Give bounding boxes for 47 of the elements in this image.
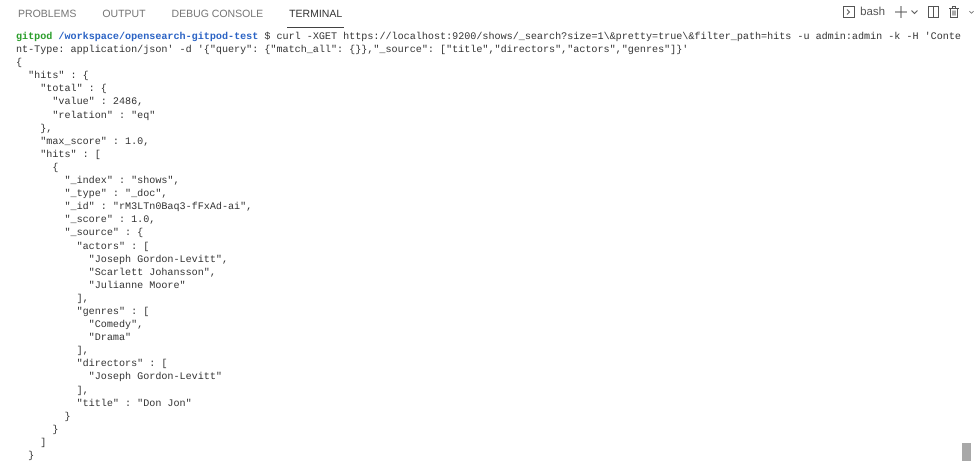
output-line: } [27, 450, 34, 464]
output-line: "actors" : [ [76, 240, 150, 254]
trash-icon[interactable] [949, 6, 959, 18]
command-text: nt-Type: application/json' -d '{"query": {"match_all": {}},"_source": ["title","directors","actors","genres"]}' [16, 44, 688, 58]
output-line: { [16, 57, 22, 70]
plus-icon[interactable] [895, 6, 907, 18]
output-line: "hits" : { [27, 70, 89, 84]
output-line: "hits" : [ [39, 148, 101, 162]
output-line: "_index" : "shows", [63, 175, 180, 188]
output-line: "Joseph Gordon-Levitt", [88, 254, 228, 267]
chevron-down-icon[interactable] [969, 10, 974, 14]
output-line: "_source" : { [63, 227, 144, 240]
panel-tab[interactable]: DEBUG CONSOLE [170, 0, 266, 28]
output-line: { [51, 162, 58, 176]
terminal-selector[interactable]: bash [843, 6, 885, 18]
output-line: "value" : 2486, [51, 96, 144, 110]
output-line: "max_score" : 1.0, [39, 136, 150, 149]
terminal-icon [843, 6, 856, 18]
panel-tab[interactable]: TERMINAL [287, 0, 344, 28]
output-line: "_score" : 1.0, [63, 214, 156, 228]
output-line: "directors" : [ [76, 358, 168, 372]
panel-tab[interactable]: OUTPUT [100, 0, 148, 28]
output-line: } [51, 424, 58, 437]
output-line: "Joseph Gordon-Levitt" [88, 371, 222, 385]
output-line: }, [39, 122, 52, 136]
output-line: "Comedy", [88, 319, 144, 332]
output-line: "Julianne Moore" [88, 280, 186, 293]
output-line: "relation" : "eq" [51, 110, 156, 123]
prompt-user: gitpod [16, 32, 52, 43]
output-line: ], [76, 292, 89, 306]
scrollbar-thumb[interactable] [962, 443, 971, 461]
output-line: ] [39, 436, 46, 450]
output-line: "_id" : "rM3LTn0Baq3-fFxAd-ai", [63, 201, 252, 214]
command-text: $ curl -XGET https://localhost:9200/shows/_search?size=1\&pretty=true\&filter_path=hits -u admin:admin -k -H 'Conte [264, 32, 961, 43]
output-line: "title" : "Don Jon" [76, 398, 192, 411]
panel-tab[interactable]: PROBLEMS [16, 0, 78, 28]
output-line: } [63, 410, 71, 424]
chevron-down-icon[interactable] [911, 10, 918, 14]
output-line: ], [76, 345, 89, 358]
output-line: "Drama" [88, 332, 132, 346]
output-line: "_type" : "_doc", [63, 188, 168, 202]
output-line: "Scarlett Johansson", [88, 266, 216, 280]
output-line: "total" : { [39, 83, 107, 96]
prompt-path: /workspace/opensearch-gitpod-test [58, 32, 258, 43]
output-line: ], [76, 384, 89, 398]
output-line: "genres" : [ [76, 306, 150, 320]
split-icon[interactable] [928, 6, 939, 18]
